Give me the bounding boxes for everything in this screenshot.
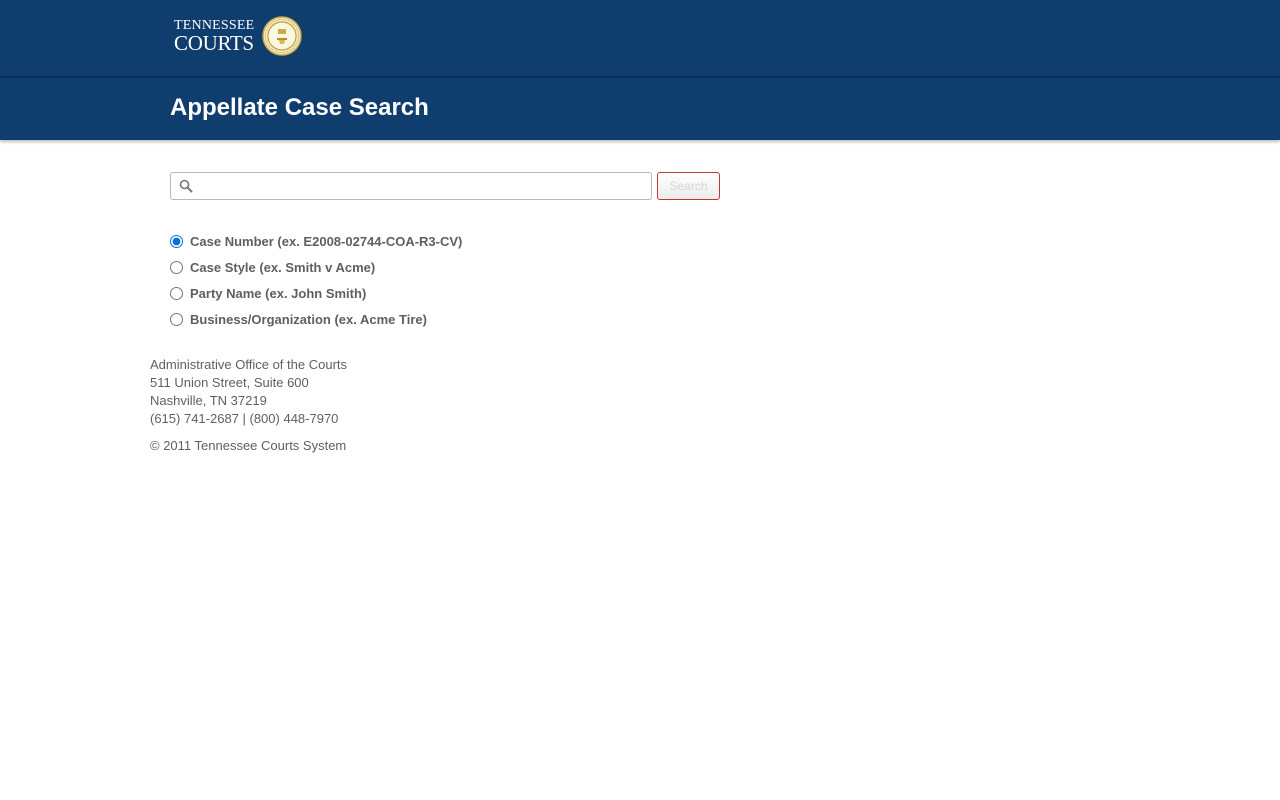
footer-street: 511 Union Street, Suite 600 [150,375,309,390]
footer-city: Nashville, TN 37219 [150,393,267,408]
option-label: Party Name (ex. John Smith) [190,285,367,301]
search-button[interactable]: Search [657,172,720,200]
search-type-options: Case Number (ex. E2008-02744-COA-R3-CV) … [170,228,462,332]
option-business[interactable]: Business/Organization (ex. Acme Tire) [170,306,462,332]
radio-case-number[interactable] [170,234,183,248]
footer-copyright: © 2011 Tennessee Courts System [150,438,347,453]
site-header: TENNESSEE COURTS [0,0,1280,76]
search-row: Search [170,172,720,200]
radio-business[interactable] [170,312,183,326]
state-seal-icon [262,16,303,56]
footer-phones: (615) 741-2687 | (800) 448-7970 [150,411,339,426]
option-label: Case Number (ex. E2008-02744-COA-R3-CV) [190,233,463,249]
option-label: Business/Organization (ex. Acme Tire) [190,311,427,327]
footer: Administrative Office of the Courts 511 … [150,356,347,455]
option-label: Case Style (ex. Smith v Acme) [190,259,376,275]
radio-party-name[interactable] [170,286,183,300]
tennessee-courts-logo[interactable]: TENNESSEE COURTS [174,14,303,58]
title-bar: Appellate Case Search [0,79,1280,140]
option-party-name[interactable]: Party Name (ex. John Smith) [170,280,462,306]
option-case-style[interactable]: Case Style (ex. Smith v Acme) [170,254,462,280]
radio-case-style[interactable] [170,260,183,274]
search-input[interactable] [197,173,645,199]
footer-org: Administrative Office of the Courts [150,357,348,372]
logo-wordmark: TENNESSEE COURTS [174,18,254,55]
search-icon [179,179,193,193]
search-box[interactable] [170,172,652,200]
logo-line2: COURTS [174,30,254,55]
page-title: Appellate Case Search [170,94,429,121]
option-case-number[interactable]: Case Number (ex. E2008-02744-COA-R3-CV) [170,228,462,254]
